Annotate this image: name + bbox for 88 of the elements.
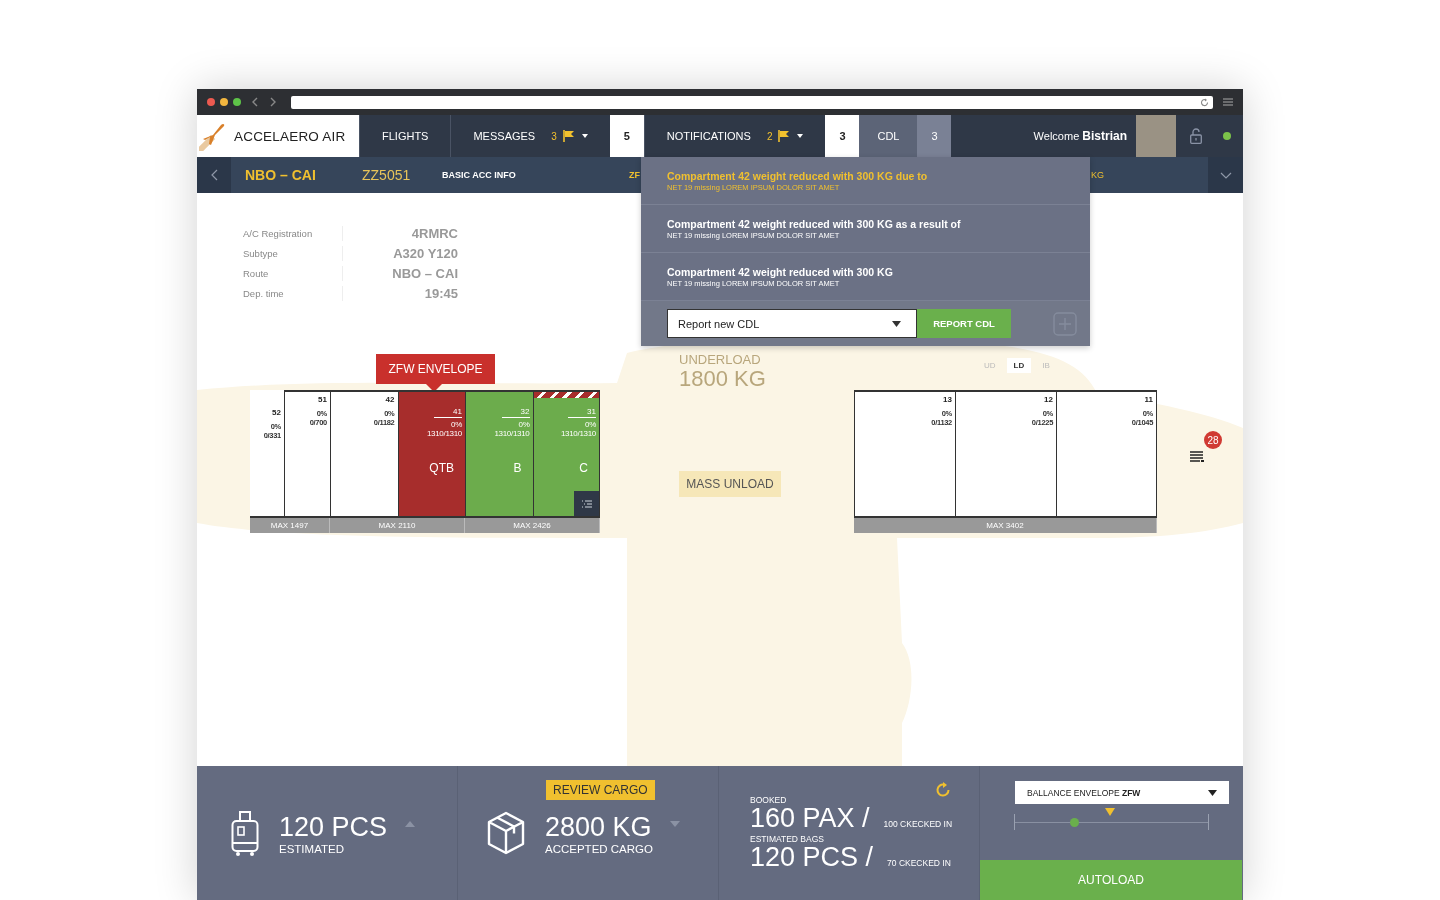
underload-value: 1800 KG <box>679 367 766 391</box>
load-weight: 1310/1310 <box>560 429 596 438</box>
field-label: Dep. time <box>243 286 343 301</box>
estimated-label: ESTIMATED <box>279 843 345 855</box>
chevron-left-icon <box>210 169 218 181</box>
luggage-icon <box>231 809 259 857</box>
caret-icon <box>892 320 901 327</box>
cdl-select[interactable]: Report new CDL <box>667 309 917 338</box>
count-badge: 3 <box>825 115 860 157</box>
cargo-weight-value: 2800 KG <box>545 811 653 843</box>
compartment-code: QTB <box>429 461 454 475</box>
info-tab[interactable]: BASIC ACC INFO <box>442 170 629 180</box>
underload-label: UNDERLOAD <box>679 353 762 367</box>
nav-tab[interactable]: CDL <box>859 115 918 157</box>
caret-icon <box>581 134 588 138</box>
compartment-number: 11 <box>1144 395 1153 405</box>
mass-unload-button[interactable]: MASS UNLOAD <box>679 471 781 497</box>
max-weight-bar: MAX 2426 <box>465 518 600 533</box>
flag-count: 3 <box>551 130 557 142</box>
load-percent: 0% <box>585 420 596 429</box>
field-value: 4RMRC <box>410 226 458 241</box>
flag-icon <box>778 130 792 142</box>
flag-icon <box>562 130 576 142</box>
reload-icon <box>1200 97 1209 107</box>
list-icon <box>1190 451 1205 463</box>
load-percent: 0% <box>451 420 462 429</box>
checked-in-count: 100 CKECKED IN <box>883 818 953 831</box>
compartment-number: 31 <box>568 406 596 418</box>
compartment-number: 32 <box>501 406 530 418</box>
count-badge: 5 <box>609 115 644 157</box>
estimated-bags-value: 120 PCS <box>279 811 388 843</box>
slider-thumb[interactable] <box>1070 818 1080 827</box>
forward-icon <box>269 97 277 107</box>
count-badge: 3 <box>917 115 952 157</box>
max-weight-bar: MAX 1497 <box>250 518 330 533</box>
max-weight-bar: MAX 3402 <box>854 518 1157 533</box>
welcome-text: Welcome Bistrian <box>1033 129 1127 143</box>
checked-in-count: 70 CKECKED IN <box>887 857 951 870</box>
cdl-title: Compartment 42 weight reduced with 300 KG due to <box>667 168 929 183</box>
caret-icon <box>1208 789 1217 796</box>
caret-up-icon <box>405 821 416 827</box>
pax-label: ESTIMATED BAGS <box>750 835 825 844</box>
field-value: NBO – CAI <box>391 266 458 281</box>
compartment-code: C <box>579 461 588 475</box>
compartment-number: 51 <box>318 395 327 405</box>
back-icon <box>251 97 259 107</box>
compartment-number: 12 <box>1044 395 1053 405</box>
booked-pax-value: 160 PAX / <box>750 805 870 831</box>
back-button[interactable] <box>197 157 231 193</box>
field-value: 19:45 <box>423 286 458 301</box>
envelope-select[interactable]: BALLANCE ENVELOPE ZFW <box>1015 781 1229 804</box>
route-title: NBO – CAI <box>245 167 317 183</box>
flight-number: ZZ5051 <box>362 167 412 183</box>
field-label: Route <box>243 266 343 281</box>
list-icon <box>581 499 592 508</box>
address-field[interactable] <box>291 95 1213 109</box>
review-cargo-tag[interactable]: REVIEW CARGO <box>546 780 655 800</box>
menu-icon <box>1223 98 1233 106</box>
accepted-cargo-label: ACCEPTED CARGO <box>545 843 653 855</box>
compartment-code: B <box>513 461 522 475</box>
lock-icon <box>1190 128 1202 144</box>
estimated-bags-value: 120 PCS / <box>750 844 874 870</box>
field-label: Subtype <box>243 246 343 261</box>
avatar-placeholder <box>1136 115 1176 157</box>
box-icon <box>486 811 526 855</box>
cdl-title: Compartment 42 weight reduced with 300 KG as a result of <box>667 216 962 231</box>
field-value: A320 Y120 <box>392 246 458 261</box>
pax-label: BOOKED <box>750 796 788 805</box>
compartment-number: 13 <box>943 395 952 405</box>
app-name: ACCELAERO AIR <box>234 128 346 144</box>
load-weight: 1310/1310 <box>426 429 462 438</box>
max-weight-bar: MAX 2110 <box>330 518 465 533</box>
chevron-down-icon <box>1219 171 1232 179</box>
caret-icon <box>797 134 804 138</box>
flag-count: 2 <box>766 130 773 142</box>
compartment-number: 42 <box>385 395 395 405</box>
compartment-number: 41 <box>434 406 462 418</box>
details-button[interactable] <box>574 491 599 516</box>
compartment-number: 52 <box>272 408 281 418</box>
load-weight: 1310/1310 <box>494 429 530 438</box>
cargo-compartment[interactable]: 41 0% 1310/1310 QTB <box>397 392 465 516</box>
info-tab[interactable]: KG <box>1091 170 1104 180</box>
refresh-icon <box>935 782 951 798</box>
caret-down-icon <box>670 821 680 827</box>
deck-tab[interactable]: LD <box>1006 358 1032 373</box>
cdl-title: Compartment 42 weight reduced with 300 KG <box>667 264 894 279</box>
load-percent: 0% <box>518 420 530 429</box>
field-label: A/C Registration <box>243 226 343 241</box>
